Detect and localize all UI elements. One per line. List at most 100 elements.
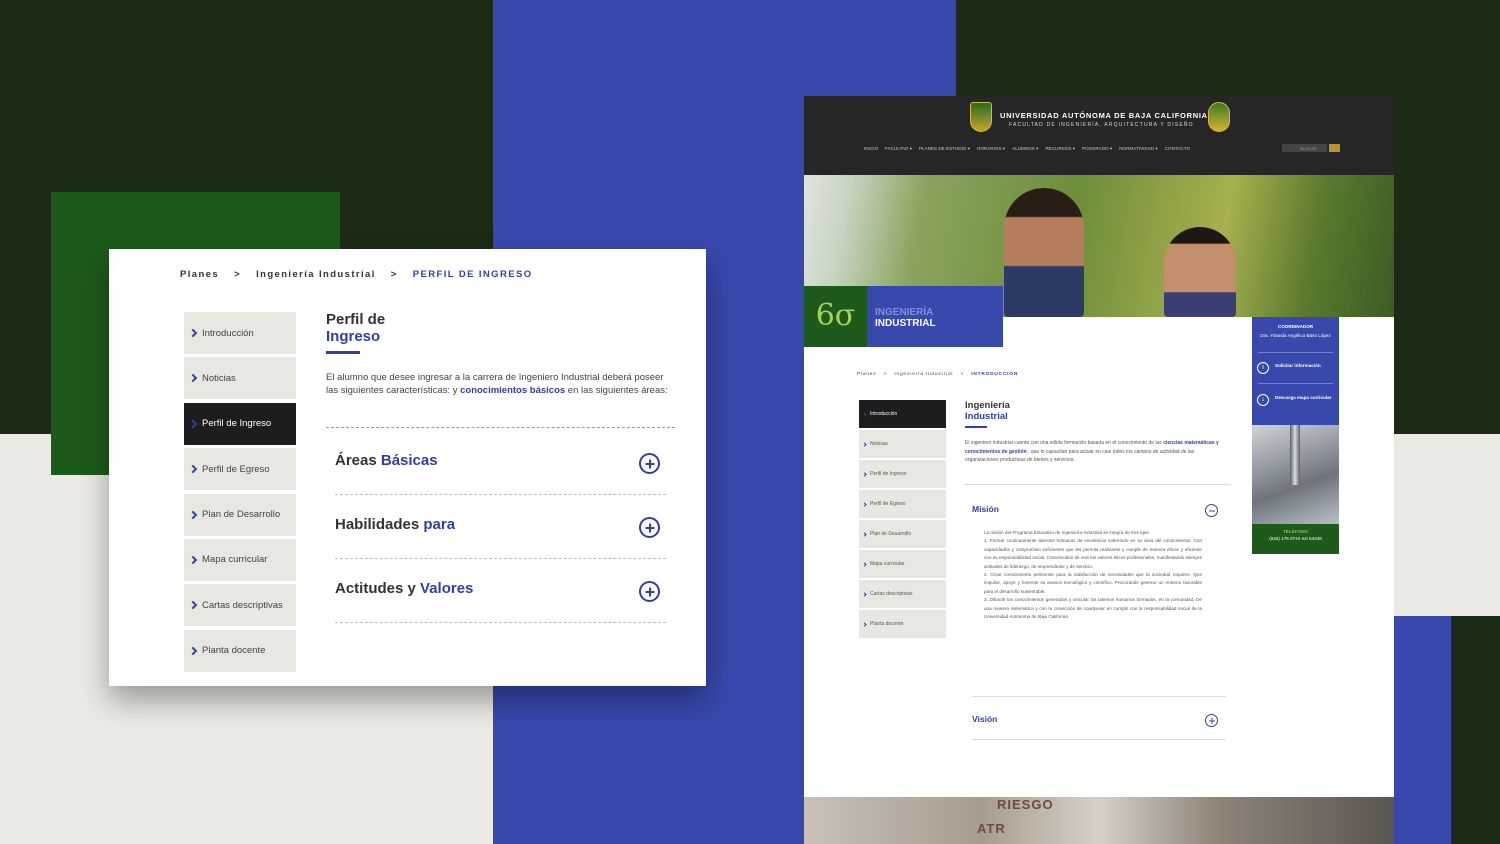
- faculty-seal-logo[interactable]: [1208, 102, 1230, 132]
- page-title: Perfil de Ingreso: [326, 311, 386, 345]
- menu-item-perfil-de-ingreso[interactable]: Perfil de Ingreso: [184, 402, 296, 445]
- chevron-right-icon: [862, 621, 867, 627]
- solicitar-informacion-link[interactable]: Solicitar información: [1275, 363, 1330, 369]
- section-menu: Introducción Noticias Perfil de Ingreso …: [184, 312, 296, 675]
- machining-photo: [1252, 425, 1339, 524]
- breadcrumb-planes[interactable]: Planes: [180, 269, 219, 280]
- accordion-mision[interactable]: Misión: [972, 504, 999, 514]
- coordinator-label: COORDINADOR: [1277, 324, 1314, 329]
- chevron-right-icon: [862, 441, 867, 447]
- nav-facultad[interactable]: FACULTAD ▾: [885, 146, 912, 152]
- perfil-ingreso-card: Planes > Ingeniería Industrial > PERFIL …: [109, 249, 706, 686]
- site-menu-noticias[interactable]: Noticias: [859, 430, 946, 458]
- menu-item-planta-docente[interactable]: Planta docente: [184, 629, 296, 672]
- menu-item-plan-de-desarrollo[interactable]: Plan de Desarrollo: [184, 493, 296, 536]
- chevron-right-icon: [862, 501, 867, 507]
- phone-box: TELÉFONO (646) 175 0744 ext 64348: [1252, 524, 1339, 554]
- chevron-right-icon: [862, 591, 867, 597]
- chevron-right-icon: [188, 464, 198, 474]
- background-dark-block-right: [1451, 616, 1500, 844]
- site-menu-perfil-de-ingreso[interactable]: Perfil de Ingreso: [859, 460, 946, 488]
- site-breadcrumb: Planes > Ingeniería Industrial > INTRODU…: [857, 372, 1019, 377]
- chevron-right-icon: [188, 419, 198, 429]
- breadcrumb-current: PERFIL DE INGRESO: [412, 269, 533, 280]
- breadcrumb-ingenieria-industrial[interactable]: Ingeniería Industrial: [256, 269, 376, 280]
- menu-item-introduccion[interactable]: Introducción: [184, 312, 296, 354]
- site-page-title: Ingeniería Industrial: [965, 400, 1010, 422]
- menu-item-noticias[interactable]: Noticias: [184, 357, 296, 400]
- chevron-right-icon: [188, 328, 198, 338]
- title-underline: [326, 351, 360, 354]
- hero-program-title: INGENIERÍA INDUSTRIAL: [867, 286, 1003, 347]
- menu-item-cartas-descriptivas[interactable]: Cartas descriptivas: [184, 584, 296, 627]
- chevron-right-icon: [188, 510, 198, 519]
- nav-planes-de-estudio[interactable]: PLANES DE ESTUDIO ▾: [919, 146, 970, 152]
- divider: [972, 739, 1226, 740]
- coordinator-sidebar: COORDINADOR Dra. Yolanda Angélica Báez L…: [1252, 317, 1339, 554]
- chevron-right-icon: [188, 555, 198, 565]
- descarga-mapa-link[interactable]: Descarga mapa curricular: [1275, 395, 1335, 401]
- search-button[interactable]: [1329, 144, 1340, 152]
- download-icon: ↓: [1257, 394, 1269, 406]
- menu-item-mapa-curricular[interactable]: Mapa curricular: [184, 538, 296, 581]
- nav-posgrado[interactable]: POSGRADO ▾: [1082, 146, 1112, 152]
- phone-number[interactable]: (646) 175 0744 ext 64348: [1252, 536, 1339, 541]
- uabc-shield-logo[interactable]: [970, 102, 992, 132]
- faculty-name: FACULTAD DE INGENIERÍA, ARQUITECTURA Y D…: [1009, 122, 1194, 128]
- site-menu-perfil-de-egreso[interactable]: Perfil de Egreso: [859, 490, 946, 518]
- top-navbar: UNIVERSIDAD AUTÓNOMA DE BAJA CALIFORNIA …: [804, 96, 1394, 175]
- accordion-habilidades[interactable]: Habilidades para: [335, 495, 666, 559]
- nav-alumnos[interactable]: ALUMNOS ▾: [1012, 146, 1038, 152]
- site-menu-cartas-descriptivas[interactable]: Cartas descriptivas: [859, 580, 946, 608]
- site-page-description: El ingeniero industrial cuenta con una s…: [965, 440, 1219, 464]
- website-preview: UNIVERSIDAD AUTÓNOMA DE BAJA CALIFORNIA …: [804, 96, 1394, 844]
- chevron-right-icon: [862, 531, 867, 537]
- accordion-vision[interactable]: Visión: [972, 714, 997, 724]
- expand-plus-icon[interactable]: [1205, 714, 1218, 727]
- nav-inicio[interactable]: INICIO: [864, 146, 878, 152]
- student-photo-male: [1004, 188, 1084, 317]
- breadcrumb: Planes > Ingeniería Industrial > PERFIL …: [180, 269, 533, 280]
- nav-horarios[interactable]: HORARIOS ▾: [977, 146, 1005, 152]
- nav-recursos[interactable]: RECURSOS ▾: [1045, 146, 1075, 152]
- breadcrumb-separator: >: [234, 269, 242, 280]
- six-sigma-badge: 6σ: [804, 286, 867, 347]
- divider: [1258, 352, 1333, 353]
- menu-item-perfil-de-egreso[interactable]: Perfil de Egreso: [184, 448, 296, 491]
- breadcrumb-separator: >: [390, 269, 398, 280]
- divider: [972, 696, 1226, 697]
- info-icon: i: [1257, 362, 1269, 374]
- university-name: UNIVERSIDAD AUTÓNOMA DE BAJA CALIFORNIA: [1000, 111, 1208, 120]
- nav-contacto[interactable]: CONTACTO: [1165, 146, 1190, 152]
- coordinator-name: Dra. Yolanda Angélica Báez López: [1260, 333, 1331, 338]
- student-photo-female: [1164, 227, 1236, 317]
- page-description: El alumno que desee ingresar a la carrer…: [326, 372, 668, 396]
- site-menu-plan-de-desarrollo[interactable]: Plan de Desarrollo: [859, 520, 946, 548]
- expand-plus-icon[interactable]: [639, 581, 660, 602]
- chevron-right-icon: [862, 411, 867, 417]
- divider: [965, 484, 1231, 485]
- divider: [326, 427, 675, 428]
- site-menu-mapa-curricular[interactable]: Mapa curricular: [859, 550, 946, 578]
- accordion-actitudes-valores[interactable]: Actitudes y Valores: [335, 559, 666, 623]
- mision-text: La misión del Programa Educativo de Inge…: [984, 530, 1202, 620]
- expand-plus-icon[interactable]: [639, 517, 660, 538]
- divider: [1258, 383, 1333, 384]
- workshop-photo: RIESGO ATR: [804, 797, 1394, 844]
- site-menu-planta-docente[interactable]: Planta docente: [859, 610, 946, 638]
- chevron-right-icon: [862, 561, 867, 567]
- chevron-right-icon: [862, 471, 867, 477]
- search-input[interactable]: BUSCAR: [1282, 144, 1327, 152]
- collapse-minus-icon[interactable]: [1205, 504, 1218, 517]
- background-blue-block-right: [1394, 616, 1451, 844]
- chevron-right-icon: [188, 646, 198, 655]
- accordion-areas-basicas[interactable]: Áreas Básicas: [335, 431, 666, 495]
- chevron-right-icon: [188, 374, 198, 383]
- site-section-menu: Introducción Noticias Perfil de Ingreso …: [859, 400, 946, 640]
- chevron-right-icon: [188, 601, 198, 610]
- nav-normatividad[interactable]: NORMATIVIDAD ▾: [1119, 146, 1157, 152]
- site-menu-introduccion[interactable]: Introducción: [859, 400, 946, 428]
- main-nav: INICIO FACULTAD ▾ PLANES DE ESTUDIO ▾ HO…: [864, 146, 1190, 152]
- title-underline: [965, 426, 987, 428]
- expand-plus-icon[interactable]: [639, 453, 660, 474]
